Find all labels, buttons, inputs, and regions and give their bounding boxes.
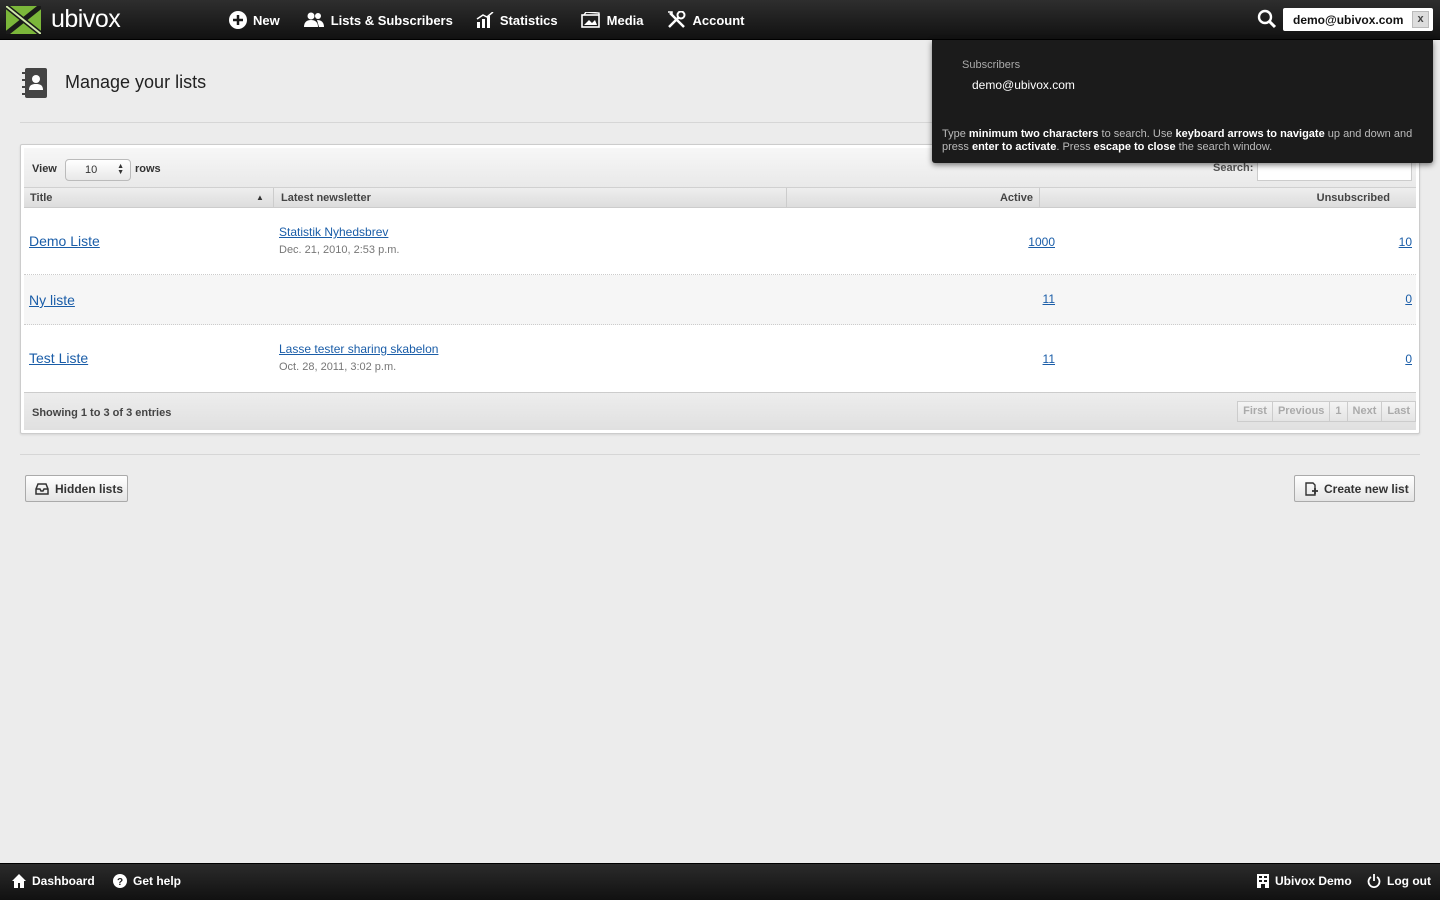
search-icon[interactable]: [1257, 9, 1277, 29]
footer-logout-link[interactable]: Log out: [1367, 874, 1431, 888]
pager-next-button[interactable]: Next: [1346, 401, 1383, 422]
active-count-link[interactable]: 11: [1043, 292, 1055, 306]
logo-mark-icon: [6, 5, 41, 34]
unsubscribed-count-link[interactable]: 10: [1399, 235, 1412, 249]
image-icon: [580, 12, 600, 28]
footer-account-link[interactable]: Ubivox Demo: [1257, 874, 1352, 888]
column-header-title[interactable]: Title ▲: [24, 188, 274, 208]
nav-account-label: Account: [692, 12, 745, 28]
table-search-label: Search:: [1213, 162, 1254, 174]
plus-circle-icon: [229, 11, 247, 29]
hidden-lists-label: Hidden lists: [55, 481, 124, 496]
pager-previous-button[interactable]: Previous: [1271, 401, 1331, 422]
entries-info: Showing 1 to 3 of 3 entries: [32, 407, 172, 419]
unsubscribed-count-link[interactable]: 0: [1405, 292, 1412, 306]
active-count-link[interactable]: 11: [1043, 352, 1055, 366]
hidden-lists-button[interactable]: Hidden lists: [25, 475, 128, 502]
create-new-list-label: Create new list: [1324, 481, 1409, 496]
newsletter-link[interactable]: Lasse tester sharing skabelon: [279, 342, 438, 356]
newsletter-link[interactable]: Statistik Nyhedsbrev: [279, 225, 388, 239]
table-row: Ny liste 11 0: [24, 275, 1416, 325]
pager-page-button[interactable]: 1: [1329, 401, 1348, 422]
table-header: Title ▲ Latest newsletter Active Unsubsc…: [24, 187, 1416, 208]
nav-media-label: Media: [606, 12, 644, 28]
newsletter-date: Oct. 28, 2011, 3:02 p.m.: [279, 361, 397, 373]
nav-new[interactable]: New: [229, 11, 280, 29]
table-row: Demo Liste Statistik Nyhedsbrev Dec. 21,…: [24, 208, 1416, 275]
rows-per-page-select[interactable]: 10 ▲ ▼: [65, 159, 131, 181]
add-document-icon: [1305, 481, 1318, 496]
search-clear-button[interactable]: x: [1412, 11, 1429, 28]
pagination: First Previous 1 Next Last: [1237, 401, 1416, 422]
active-count-link[interactable]: 1000: [1028, 235, 1055, 249]
search-result-item[interactable]: demo@ubivox.com: [972, 78, 1075, 92]
footer-dashboard-link[interactable]: Dashboard: [12, 874, 95, 888]
column-header-unsubscribed[interactable]: Unsubscribed: [1040, 188, 1416, 208]
ubivox-logo[interactable]: ubivox: [6, 5, 121, 34]
chart-icon: [476, 12, 494, 28]
list-title-link[interactable]: Test Liste: [29, 350, 88, 366]
nav-statistics-label: Statistics: [499, 12, 558, 28]
unsubscribed-count-link[interactable]: 0: [1405, 352, 1412, 366]
column-header-active[interactable]: Active: [787, 188, 1040, 208]
lists-table-panel: View 10 ▲ ▼ rows Search: Title ▲ Latest n…: [20, 144, 1420, 434]
divider: [20, 454, 1420, 455]
users-icon: [303, 12, 324, 27]
pager-last-button[interactable]: Last: [1381, 401, 1416, 422]
table-search-input[interactable]: [1257, 161, 1412, 181]
nav-statistics[interactable]: Statistics: [476, 12, 558, 28]
list-title-link[interactable]: Demo Liste: [29, 233, 100, 249]
home-icon: [12, 874, 26, 888]
rows-label: rows: [135, 163, 161, 175]
column-header-latest-newsletter[interactable]: Latest newsletter: [274, 188, 787, 208]
pager-first-button[interactable]: First: [1237, 401, 1273, 422]
nav-lists-subscribers[interactable]: Lists & Subscribers: [303, 12, 453, 28]
tools-icon: [667, 11, 685, 28]
table-row: Test Liste Lasse tester sharing skabelon…: [24, 325, 1416, 392]
view-label: View: [32, 163, 57, 175]
global-search: x: [1283, 8, 1433, 31]
logo-text: ubivox: [51, 5, 121, 33]
create-new-list-button[interactable]: Create new list: [1294, 475, 1415, 502]
page-title: Manage your lists: [65, 72, 207, 92]
help-icon: ?: [113, 874, 127, 888]
inbox-icon: [35, 482, 49, 495]
newsletter-date: Dec. 21, 2010, 2:53 p.m.: [279, 244, 400, 256]
nav-new-label: New: [253, 12, 280, 28]
building-icon: [1257, 874, 1269, 888]
sort-ascending-icon: ▲: [256, 193, 264, 202]
search-section-label: Subscribers: [962, 59, 1021, 71]
search-help-text: Type minimum two characters to search. U…: [942, 128, 1413, 153]
svg-text:?: ?: [117, 877, 123, 888]
top-navbar: ubivox New Lists & Subscribers Statistic…: [0, 0, 1440, 40]
select-arrows-icon: ▲ ▼: [117, 163, 124, 176]
main-nav: New Lists & Subscribers Statistics Media…: [229, 0, 768, 40]
rows-per-page-value: 10: [85, 164, 98, 176]
table-footer: Showing 1 to 3 of 3 entries First Previo…: [24, 392, 1416, 430]
power-icon: [1367, 874, 1381, 888]
bottom-bar: Dashboard ? Get help Ubivox Demo Log out: [0, 863, 1440, 900]
nav-media[interactable]: Media: [580, 12, 644, 28]
nav-account[interactable]: Account: [667, 11, 745, 29]
global-search-input[interactable]: [1283, 8, 1405, 31]
search-results-popup: Subscribers demo@ubivox.com Type minimum…: [932, 40, 1433, 163]
nav-lists-label: Lists & Subscribers: [330, 12, 453, 28]
address-book-icon: [22, 68, 47, 98]
footer-help-link[interactable]: ? Get help: [113, 874, 181, 888]
list-title-link[interactable]: Ny liste: [29, 292, 75, 308]
